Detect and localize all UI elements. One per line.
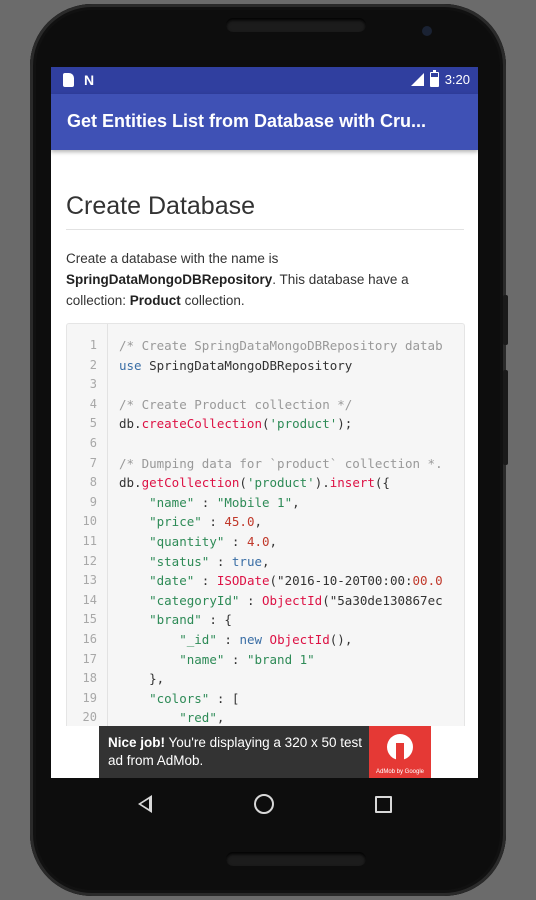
line-number: 14 xyxy=(82,592,97,607)
code-text: "name" : "Mobile 1", xyxy=(149,494,300,510)
collection-name: Product xyxy=(129,293,181,308)
code-text: db.createCollection('product'); xyxy=(119,416,353,432)
front-camera xyxy=(422,26,432,36)
code-text: "quantity" : 4.0, xyxy=(149,534,278,549)
battery-icon xyxy=(429,70,439,87)
line-number: 3 xyxy=(89,377,97,392)
code-line: 14 "categoryId" : ObjectId("5a30de130867… xyxy=(67,592,464,613)
line-number: 15 xyxy=(82,612,97,627)
article-content[interactable]: Create Database Create a database with t… xyxy=(51,150,478,726)
back-icon xyxy=(138,795,152,813)
admob-icon xyxy=(387,734,413,760)
code-text: "red", xyxy=(179,710,225,726)
line-number: 20 xyxy=(82,710,97,725)
line-number: 6 xyxy=(89,436,97,450)
code-text: "colors" : [ xyxy=(149,690,240,706)
code-text: "date" : ISODate("2016-10-20T00:00:00.0 xyxy=(149,573,443,589)
code-line: 19 "colors" : [ xyxy=(67,690,464,711)
line-number: 12 xyxy=(82,553,97,568)
code-text: /* Create Product collection */ xyxy=(119,396,353,412)
line-number: 18 xyxy=(82,671,97,686)
code-text: "categoryId" : ObjectId("5a30de130867ec xyxy=(149,592,443,608)
code-text: /* Dumping data for `product` collection… xyxy=(119,455,443,471)
code-text: "status" : true, xyxy=(149,553,270,569)
top-speaker xyxy=(226,18,366,32)
line-number: 7 xyxy=(89,455,97,470)
code-line: 11 "quantity" : 4.0, xyxy=(67,534,464,554)
home-icon xyxy=(254,794,274,814)
code-line: 20 "red", xyxy=(67,710,464,726)
code-line: 1 /* Create SpringDataMongoDBRepository d… xyxy=(67,338,464,358)
line-number: 5 xyxy=(89,416,97,431)
code-text: use SpringDataMongoDBRepository xyxy=(119,357,353,373)
ad-banner[interactable]: Nice job! You're displaying a 320 x 50 t… xyxy=(99,726,431,778)
recents-button[interactable] xyxy=(369,790,397,818)
line-number: 8 xyxy=(89,475,97,490)
code-line: 6 xyxy=(67,436,464,456)
code-text: "brand" : { xyxy=(149,612,232,628)
code-text: }, xyxy=(119,671,165,687)
paragraph-text: Create a database with the name is xyxy=(66,251,279,266)
screen: N 3:20 Get Entities List from Database w… xyxy=(51,67,478,778)
code-line: 18 }, xyxy=(67,671,464,691)
code-text: "price" : 45.0, xyxy=(149,514,263,530)
line-number: 19 xyxy=(82,690,97,705)
heading-divider xyxy=(66,229,464,230)
code-text: db.getCollection('product').insert({ xyxy=(119,475,390,491)
code-text: /* Create SpringDataMongoDBRepository da… xyxy=(119,338,443,353)
power-button xyxy=(503,295,508,345)
code-line: 5 db.createCollection('product'); xyxy=(67,416,464,436)
bottom-speaker xyxy=(226,852,366,866)
code-line: 16 "_id" : new ObjectId(), xyxy=(67,632,464,652)
line-number: 2 xyxy=(89,357,97,372)
database-name: SpringDataMongoDBRepository xyxy=(66,272,273,287)
code-line: 12 "status" : true, xyxy=(67,553,464,574)
home-button[interactable] xyxy=(250,790,278,818)
line-number: 10 xyxy=(82,514,97,529)
article-heading: Create Database xyxy=(66,192,256,220)
code-block[interactable]: 1 /* Create SpringDataMongoDBRepository d… xyxy=(66,323,465,726)
code-text: "name" : "brand 1" xyxy=(179,651,315,667)
admob-caption: AdMob by Google xyxy=(375,769,425,775)
app-title: Get Entities List from Database with Cru… xyxy=(67,111,427,131)
status-time: 3:20 xyxy=(444,72,470,87)
code-line: 9 "name" : "Mobile 1", xyxy=(67,494,464,515)
signal-icon xyxy=(410,73,424,86)
volume-button xyxy=(503,370,508,465)
navigation-bar xyxy=(51,778,478,830)
paragraph-text: collection. xyxy=(180,293,245,308)
ad-text: Nice job! You're displaying a 320 x 50 t… xyxy=(108,734,363,770)
line-number: 4 xyxy=(89,396,97,411)
line-number: 16 xyxy=(82,632,97,646)
recents-icon xyxy=(374,795,392,813)
code-line: 8 db.getCollection('product').insert({ xyxy=(67,475,464,495)
line-number: 11 xyxy=(82,534,97,548)
code-line: 10 "price" : 45.0, xyxy=(67,514,464,534)
code-line: 2 use SpringDataMongoDBRepository xyxy=(67,357,464,378)
n-notification-icon: N xyxy=(84,72,95,88)
status-bar: N 3:20 xyxy=(51,67,478,94)
back-button[interactable] xyxy=(131,790,159,818)
code-line: 17 "name" : "brand 1" xyxy=(67,651,464,672)
article-paragraph: Create a database with the name is Sprin… xyxy=(66,248,461,311)
code-line: 7 /* Dumping data for `product` collectio… xyxy=(67,455,464,476)
line-number: 13 xyxy=(82,573,97,588)
code-line: 4 /* Create Product collection */ xyxy=(67,396,464,417)
code-line: 13 "date" : ISODate("2016-10-20T00:00:00… xyxy=(67,573,464,593)
app-bar: Get Entities List from Database with Cru… xyxy=(51,94,478,150)
line-number: 1 xyxy=(89,338,97,352)
line-number: 17 xyxy=(82,651,97,666)
code-line: 15 "brand" : { xyxy=(67,612,464,632)
sd-card-icon xyxy=(63,73,74,87)
line-number: 9 xyxy=(89,494,97,509)
admob-logo[interactable]: AdMob by Google xyxy=(369,726,431,778)
code-text: "_id" : new ObjectId(), xyxy=(179,632,353,647)
ad-bold-text: Nice job! xyxy=(108,735,166,750)
code-line: 3 xyxy=(67,377,464,397)
